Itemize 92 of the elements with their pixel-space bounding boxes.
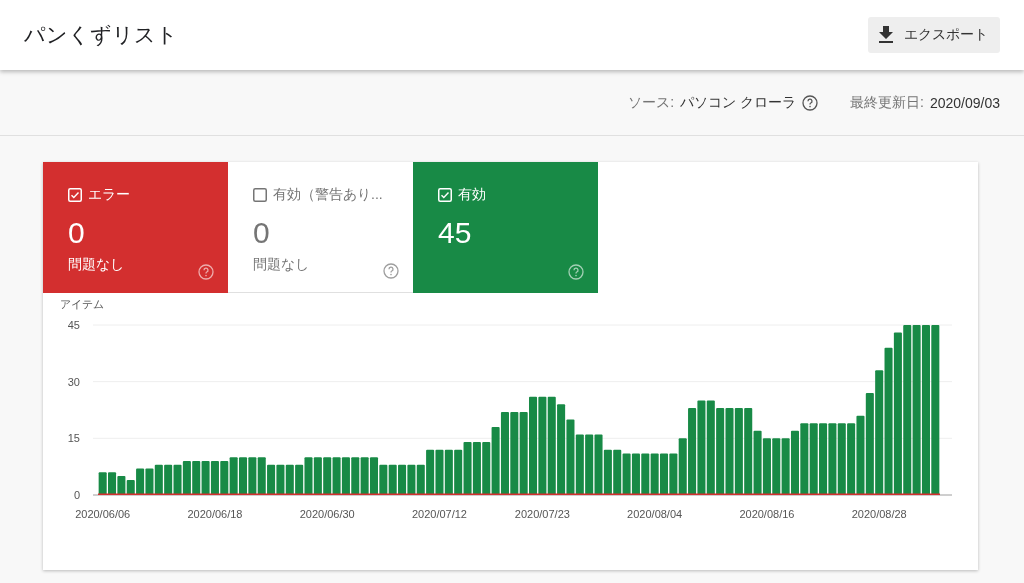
- item-bar: [660, 453, 669, 495]
- item-bar: [108, 472, 117, 495]
- item-bar: [323, 457, 332, 495]
- item-bar: [463, 442, 472, 495]
- x-tick-label: 2020/08/04: [627, 508, 683, 520]
- item-bar: [192, 461, 201, 495]
- item-bar: [295, 464, 304, 495]
- item-bar: [145, 468, 154, 495]
- item-bar: [669, 453, 678, 495]
- tile-count: 0: [68, 216, 85, 250]
- item-bar: [828, 423, 837, 495]
- source-label: ソース:: [628, 93, 675, 112]
- item-bar: [164, 464, 173, 495]
- item-bar: [472, 442, 481, 495]
- item-bar: [248, 457, 257, 495]
- item-bar: [594, 434, 603, 495]
- item-bar: [379, 464, 388, 495]
- item-bar: [772, 438, 781, 495]
- item-bar: [575, 434, 584, 495]
- item-bar: [435, 449, 444, 495]
- item-bar: [407, 464, 416, 495]
- item-bar: [790, 430, 799, 495]
- item-bar: [285, 464, 294, 495]
- item-bar: [398, 464, 407, 495]
- item-bar: [800, 423, 809, 495]
- tile-label: 有効（警告あり...: [273, 186, 383, 204]
- updated-value: 2020/09/03: [929, 94, 1000, 111]
- tile-label: 有効: [458, 186, 486, 204]
- tile-caption: 問題なし: [68, 256, 124, 274]
- tile-label: エラー: [88, 186, 130, 204]
- updated-label: 最終更新日:: [850, 93, 924, 112]
- tile-count: 0: [253, 216, 270, 250]
- item-bar: [98, 472, 107, 495]
- item-bar: [837, 423, 846, 495]
- item-bar: [304, 457, 313, 495]
- item-bar: [753, 430, 762, 495]
- item-bar: [341, 457, 350, 495]
- item-bar: [257, 457, 266, 495]
- item-bar: [154, 464, 163, 495]
- item-bar: [369, 457, 378, 495]
- y-tick-label: 15: [67, 432, 80, 445]
- item-bar: [388, 464, 397, 495]
- item-bar: [819, 423, 828, 495]
- status-tile[interactable]: 有効（警告あり... 0 問題なし: [228, 162, 413, 293]
- x-tick-label: 2020/08/16: [739, 508, 795, 520]
- item-bar: [444, 449, 453, 495]
- item-bar: [650, 453, 659, 495]
- item-bar: [332, 457, 341, 495]
- item-bar: [491, 427, 500, 495]
- x-tick-label: 2020/07/12: [411, 508, 467, 520]
- checkbox-icon[interactable]: [253, 188, 267, 202]
- y-tick-label: 30: [67, 375, 80, 388]
- item-bar: [313, 457, 322, 495]
- download-icon: [878, 26, 894, 44]
- item-bar: [762, 438, 771, 495]
- item-bar: [117, 476, 126, 495]
- item-bar: [585, 434, 594, 495]
- item-bar: [603, 449, 612, 495]
- help-icon[interactable]: [802, 94, 819, 111]
- item-bar: [360, 457, 369, 495]
- export-button[interactable]: エクスポート: [868, 17, 1000, 53]
- item-bar: [351, 457, 360, 495]
- axis-title: アイテム: [60, 298, 104, 310]
- x-tick-label: 2020/06/18: [187, 508, 243, 520]
- y-tick-label: 45: [67, 319, 80, 331]
- x-tick-label: 2020/08/28: [851, 508, 907, 520]
- x-tick-label: 2020/07/23: [514, 508, 570, 520]
- item-bar: [173, 464, 182, 495]
- item-bar: [809, 423, 818, 495]
- item-bar: [622, 453, 631, 495]
- item-bar: [641, 453, 650, 495]
- item-bar: [454, 449, 463, 495]
- x-tick-label: 2020/06/06: [75, 508, 131, 520]
- item-bar: [210, 461, 219, 495]
- item-bar: [631, 453, 640, 495]
- item-bar: [220, 461, 229, 495]
- page-title: パンくずリスト: [24, 22, 178, 48]
- y-tick-label: 0: [73, 489, 80, 501]
- tile-caption: 問題なし: [253, 256, 309, 274]
- item-bar: [482, 442, 491, 495]
- item-bar: [267, 464, 276, 495]
- item-bar: [781, 438, 790, 495]
- item-bar: [239, 457, 248, 495]
- item-bar: [276, 464, 285, 495]
- x-tick-label: 2020/06/30: [299, 508, 355, 520]
- item-bar: [613, 449, 622, 495]
- tile-count: 45: [438, 216, 472, 250]
- item-bar: [847, 423, 856, 495]
- source-value: パソコン クローラ: [680, 93, 797, 112]
- item-bar: [182, 461, 191, 495]
- item-bar: [201, 461, 210, 495]
- item-bar: [229, 457, 238, 495]
